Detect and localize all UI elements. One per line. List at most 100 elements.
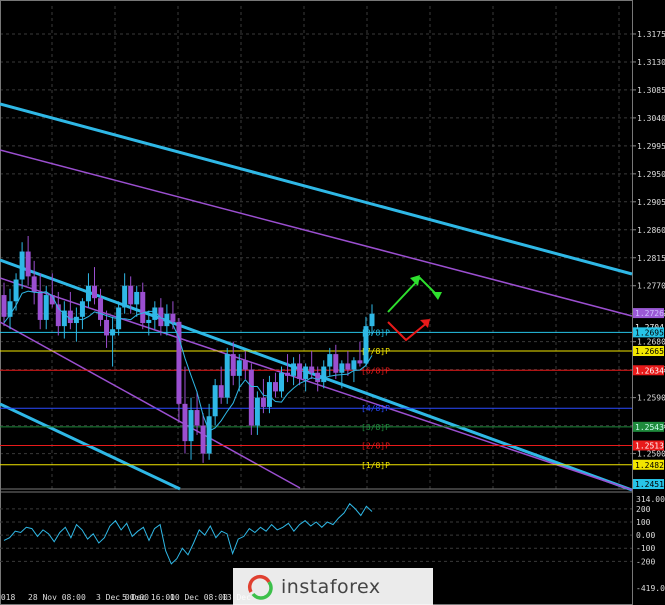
candle-body xyxy=(19,251,25,280)
level-label: [2/8]P xyxy=(361,441,390,450)
forecast-arrows xyxy=(387,275,442,342)
level-label: [6/8]P xyxy=(361,366,390,375)
candle-body xyxy=(333,354,339,373)
watermark-text: instaforex xyxy=(281,575,381,598)
price-badge-label: 1.2482 xyxy=(635,461,664,470)
candle-body xyxy=(272,382,278,392)
candle-body xyxy=(279,372,285,392)
candle-body xyxy=(85,285,91,302)
candle-body xyxy=(134,291,140,305)
x-tick-label: 10 Dec 08:00 xyxy=(170,593,228,602)
price-badge-label: 1.2543 xyxy=(635,423,664,432)
watermark: instaforex xyxy=(233,568,433,605)
price-axis: 1.3175 1.3130 1.3085 1.3040 1.2995 1.2950 1.29… xyxy=(632,0,665,605)
y-tick-label: 1.2590 xyxy=(637,394,665,403)
indicator-tick-label: 100 xyxy=(636,518,651,527)
candle-body xyxy=(291,363,297,376)
indicator-tick-label: -419.0766 xyxy=(636,584,665,593)
candle-body xyxy=(369,313,375,327)
x-tick-label: 5 Dec 16:00 xyxy=(122,593,175,602)
y-tick-label: 1.2680 xyxy=(637,338,665,347)
candle-body xyxy=(327,354,333,367)
price-badge-label: 1.2513 xyxy=(635,441,664,450)
level-label: [4/8]P xyxy=(361,404,390,413)
price-chart: [8/8]P[7/8]P[6/8]P[4/8]P[3/8]P[2/8]P[1/8… xyxy=(0,0,665,605)
candle-body xyxy=(110,329,116,336)
y-tick-label: 1.2770 xyxy=(637,282,665,291)
candle-body xyxy=(351,360,357,370)
candle-body xyxy=(254,397,260,426)
y-tick-label: 1.2815 xyxy=(637,254,665,263)
candle-body xyxy=(98,298,104,320)
candle-body xyxy=(79,301,85,317)
y-tick-label: 1.2860 xyxy=(637,226,665,235)
candle-body xyxy=(140,291,146,324)
candle-body xyxy=(1,295,7,317)
candle-body xyxy=(212,385,218,417)
chart-frame xyxy=(0,0,633,605)
y-tick-label: 1.3130 xyxy=(637,58,665,67)
candle-body xyxy=(13,279,19,302)
y-tick-label: 1.2995 xyxy=(637,142,665,151)
candle-body xyxy=(73,316,79,324)
level-label: [3/8]P xyxy=(361,423,390,432)
candle-body xyxy=(122,285,128,308)
candle-body xyxy=(363,326,369,364)
candle-body xyxy=(182,403,188,442)
candle-body xyxy=(309,366,315,373)
bullish-arrowhead xyxy=(432,292,442,300)
candle-body xyxy=(357,360,363,364)
candle-body xyxy=(230,354,236,376)
candle-body xyxy=(200,425,206,454)
candle-body xyxy=(266,382,272,407)
trend-line xyxy=(0,402,181,491)
indicator-tick-label: 200 xyxy=(636,505,651,514)
candle-body xyxy=(43,295,49,320)
candle-body xyxy=(224,354,230,398)
candle-body xyxy=(31,276,37,292)
candle-body xyxy=(25,251,31,277)
candle-body xyxy=(170,313,176,322)
y-tick-label: 1.2905 xyxy=(637,198,665,207)
candle-body xyxy=(248,369,254,426)
candlesticks xyxy=(1,236,375,463)
cci-line xyxy=(3,502,373,565)
indicator-tick-label: 314.0099 xyxy=(636,495,665,504)
x-tick-label: 2018 xyxy=(0,593,15,602)
trend-line xyxy=(0,102,633,276)
candle-body xyxy=(303,366,309,379)
indicator-tick-label: 0.00 xyxy=(636,531,655,540)
y-tick-label: 1.3085 xyxy=(637,86,665,95)
price-badge-label: 1.2695 xyxy=(635,328,664,337)
time-axis: 201828 Nov 08:003 Dec 00:005 Dec 16:0010… xyxy=(0,593,251,602)
instaforex-logo-icon xyxy=(247,574,273,600)
y-tick-label: 1.3040 xyxy=(637,114,665,123)
trend-line xyxy=(0,277,633,491)
y-tick-label: 1.2500 xyxy=(637,450,665,459)
candle-body xyxy=(297,363,303,379)
candle-body xyxy=(194,410,200,426)
candle-body xyxy=(345,363,351,370)
candle-body xyxy=(339,363,345,373)
candle-body xyxy=(206,416,212,454)
indicator-tick-label: -100 xyxy=(636,544,655,553)
candle-body xyxy=(104,319,110,336)
y-tick-label: 1.2950 xyxy=(637,170,665,179)
candle-body xyxy=(315,372,321,383)
candle-body xyxy=(260,397,266,407)
price-badge-label: 1.2634 xyxy=(635,366,664,375)
price-badge-label: 1.2451 xyxy=(635,480,664,489)
candle-body xyxy=(67,310,73,324)
candle-body xyxy=(236,360,242,376)
candle-body xyxy=(285,372,291,376)
candle-body xyxy=(242,360,248,370)
y-tick-label: 1.3175 xyxy=(637,30,665,39)
candle-body xyxy=(128,285,134,305)
candle-body xyxy=(37,291,43,320)
x-tick-label: 28 Nov 08:00 xyxy=(28,593,86,602)
candle-body xyxy=(188,410,194,442)
price-badge-label: 1.2665 xyxy=(635,347,664,356)
level-label: [1/8]P xyxy=(361,461,390,470)
candle-body xyxy=(91,285,97,299)
candle-body xyxy=(146,319,152,324)
